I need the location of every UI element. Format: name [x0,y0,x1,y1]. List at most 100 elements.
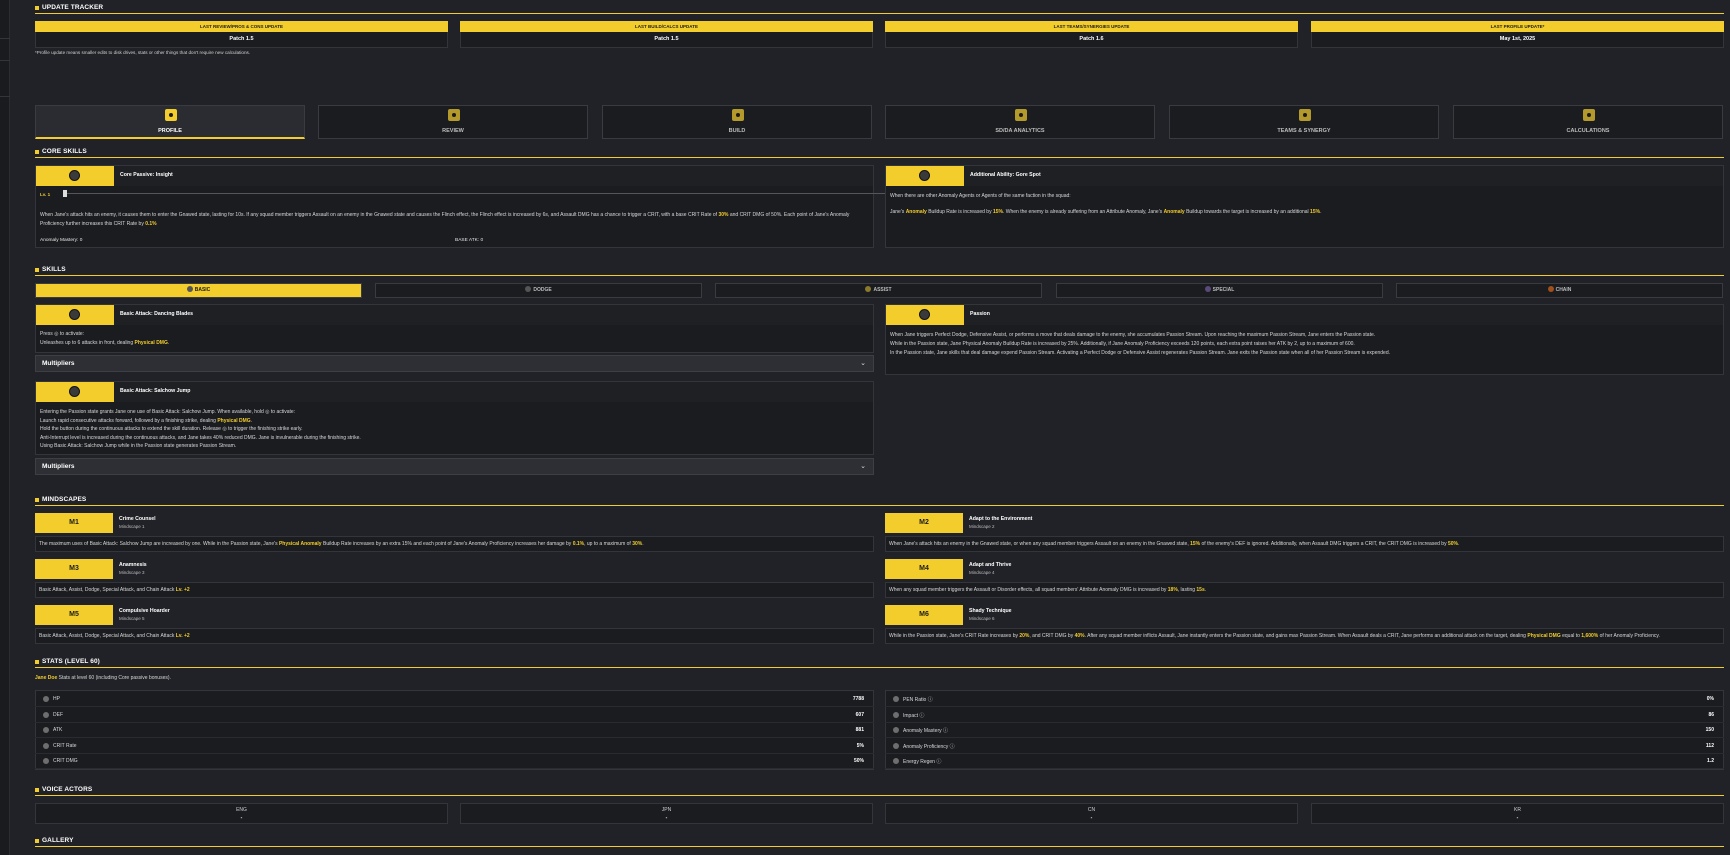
anomaly-proficiency-icon [893,742,899,749]
stat-row: Anomaly Proficiency ⓘ 112 [885,739,1724,754]
teams-icon [1299,109,1311,121]
mindscape-desc: When any squad member triggers the Assau… [885,582,1724,598]
additional-ability-card: Additional Ability: Gore Spot When there… [885,165,1724,248]
section-core-skills: CORE SKILLS [35,146,1724,158]
mindscape-badge: M6 [885,605,963,625]
basic-icon [186,286,193,292]
left-rail [0,0,10,855]
skill-tab-basic[interactable]: BASIC [35,283,362,298]
tracker-label: LAST REVIEW/PROS & CONS UPDATE [35,21,448,32]
skill-card-dancing-blades: Basic Attack: Dancing Blades Press ◎ to … [35,304,874,353]
voice-lang: CN [1087,807,1096,813]
voice-name: - [665,815,668,821]
core-passive-desc: When Jane's attack hits an enemy, it cau… [40,212,850,227]
voice-actor-kr: KR - [1311,803,1724,824]
tab-label: TEAMS & SYNERGY [1277,128,1331,134]
section-skills: SKILLS [35,264,1724,276]
tab-build[interactable]: BUILD [602,105,872,139]
skill-line: In the Passion state, Jane skills that d… [890,350,1390,356]
mindscape-badge: M3 [35,559,113,579]
stat-value: 5% [856,742,864,749]
mindscape-badge: M4 [885,559,963,579]
skill-line: Entering the Passion state grants Jane o… [40,409,296,415]
tracker-value: May 1st, 2025 [1311,32,1724,48]
tracker-label: LAST TEAMS/SYNERGIES UPDATE [885,21,1298,32]
mindscape-card-m3: M3 Anamnesis Mindscape 3 [35,559,874,579]
voice-lang: KR [1514,807,1521,813]
chain-icon [1547,286,1554,292]
skill-card-salchow-jump: Basic Attack: Salchow Jump Entering the … [35,381,874,455]
skill-line: Press ◎ to activate: [40,331,85,337]
tab-label: PROFILE [158,128,182,134]
stat-label: HP [53,696,60,702]
calculations-icon [1583,109,1595,121]
mindscape-card-m4: M4 Adapt and Thrive Mindscape 4 [885,559,1724,579]
section-gallery: GALLERY [35,835,1724,847]
skill-line: Launch rapid consecutive attacks forward… [40,417,253,424]
skill-title: Basic Attack: Dancing Blades [120,311,194,317]
skill-line: When Jane triggers Perfect Dodge, Defens… [890,332,1376,338]
skill-tab-chain[interactable]: CHAIN [1396,283,1723,298]
skill-tab-assist[interactable]: ASSIST [715,283,1042,298]
skill-card-passion: Passion When Jane triggers Perfect Dodge… [885,304,1724,375]
stat-label: ATK [53,727,63,733]
stat-value: 112 [1705,742,1714,749]
stat-row: Energy Regen ⓘ 1.2 [885,754,1724,769]
stat-label: CRIT Rate [53,742,77,749]
crit-rate-icon [43,742,49,749]
dodge-icon [525,286,532,292]
tab-label: CALCULATIONS [1566,128,1610,134]
stat-value: 1.2 [1707,758,1714,764]
skill-line: While in the Passion state, Jane Physica… [890,341,1355,347]
ability-desc: Jane's Anomaly Buildup Rate is increased… [890,209,1322,215]
voice-actor-jpn: JPN - [460,803,873,824]
multipliers-toggle[interactable]: Multipliers ⌄ [35,458,874,475]
level-slider-handle[interactable] [63,190,67,197]
passion-icon [919,309,930,320]
stat-row: CRIT Rate 5% [35,739,874,754]
section-title: MINDSCAPES [42,496,87,503]
tab-calculations[interactable]: CALCULATIONS [1453,105,1723,139]
multipliers-label: Multipliers [42,360,75,367]
section-title: VOICE ACTORS [42,786,93,793]
hp-icon [43,696,49,702]
section-voice-actors: VOICE ACTORS [35,784,1724,796]
mindscape-subtitle: Mindscape 3 [119,570,145,575]
stat-row: DEF 607 [35,708,874,723]
stat-row: PEN Ratio ⓘ 0% [885,692,1724,707]
tab-profile[interactable]: PROFILE [35,105,305,139]
section-update-tracker: UPDATE TRACKER [35,2,1724,14]
mindscape-title: Shady Technique [969,608,1012,614]
core-passive-icon [69,170,80,181]
tracker-value: Patch 1.5 [35,32,448,48]
pen-ratio-icon [893,696,899,702]
mindscape-subtitle: Mindscape 4 [969,570,995,575]
voice-lang: JPN [661,807,672,813]
stat-label: Anomaly Mastery ⓘ [903,728,949,734]
chevron-down-icon: ⌄ [860,463,866,470]
tab-review[interactable]: REVIEW [318,105,588,139]
skill-title: Basic Attack: Salchow Jump [120,388,191,394]
stats-intro: Jane Doe Stats at level 60 (including Co… [35,675,171,681]
tracker-build: LAST BUILD/CALCS UPDATE Patch 1.5 [460,21,873,48]
multipliers-toggle[interactable]: Multipliers ⌄ [35,355,874,372]
skill-line: Anti-Interrupt level is increased during… [40,434,361,441]
skill-tab-special[interactable]: SPECIAL [1056,283,1383,298]
stat-value: 86 [1708,711,1714,718]
tracker-value: Patch 1.6 [885,32,1298,48]
tab-teams-synergy[interactable]: TEAMS & SYNERGY [1169,105,1439,139]
anomaly-mastery-icon [893,727,899,733]
stat-label: Energy Regen ⓘ [903,759,942,765]
special-icon [1204,286,1211,292]
mindscape-title: Crime Counsel [119,516,156,522]
mindscape-badge: M1 [35,513,113,533]
skill-tab-dodge[interactable]: DODGE [375,283,702,298]
crit-dmg-icon [43,758,49,764]
atk-icon [43,727,49,733]
mindscape-title: Anamnesis [119,562,147,568]
voice-actor-eng: ENG - [35,803,448,824]
stat-value: 881 [855,727,864,733]
tab-sd-da-analytics[interactable]: SD/DA ANALYTICS [885,105,1155,139]
level-slider-track[interactable] [64,193,887,194]
basic-attack-icon [69,386,80,397]
